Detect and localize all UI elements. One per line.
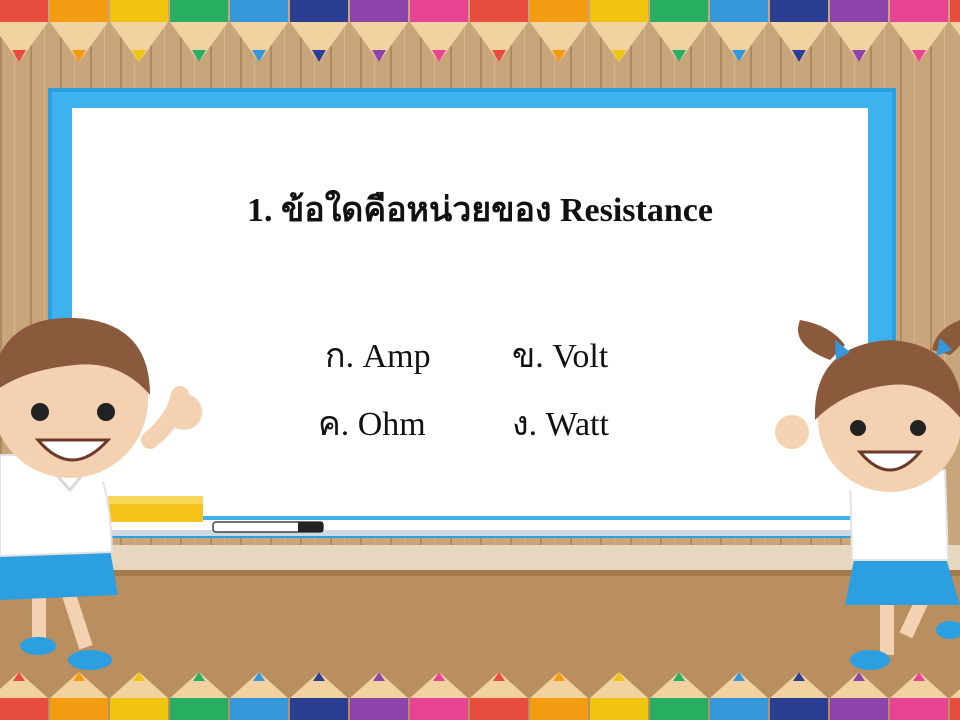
option-a: ก. Amp [325, 338, 431, 375]
option-d: ง. Watt [512, 406, 609, 443]
question-text: 1. ข้อใดคือหน่วยของ Resistance [247, 192, 713, 229]
option-b: ข. Volt [512, 338, 609, 375]
classroom-background [0, 0, 960, 720]
option-c: ค. Ohm [318, 406, 426, 443]
whiteboard [48, 88, 896, 538]
